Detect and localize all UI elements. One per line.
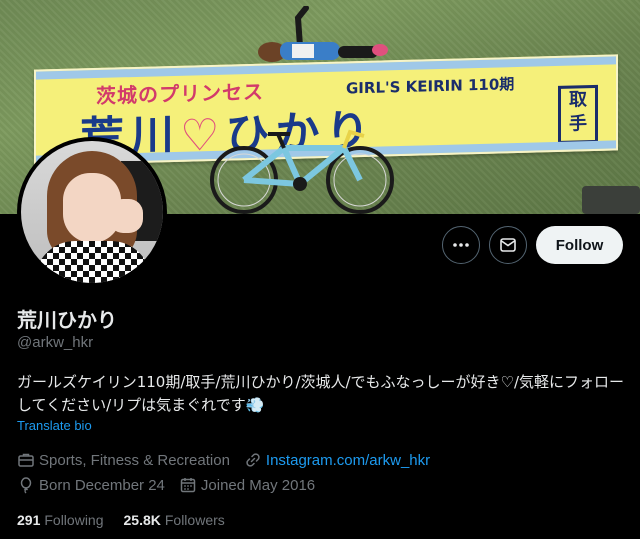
- joined-text: Joined May 2016: [200, 476, 316, 494]
- followers-link[interactable]: 25.8K Followers: [124, 512, 225, 528]
- sign-box-label: 取手: [558, 84, 598, 144]
- website-link[interactable]: Instagram.com/arkw_hkr: [266, 452, 430, 469]
- birthday-text: Born December 24: [39, 476, 165, 494]
- follow-button[interactable]: Follow: [536, 226, 623, 264]
- message-button[interactable]: [489, 226, 527, 264]
- following-link[interactable]: 291 Following: [17, 512, 104, 528]
- envelope-icon: [500, 238, 516, 252]
- following-count: 291: [17, 512, 41, 528]
- follow-stats: 291 Following 25.8K Followers: [17, 512, 245, 528]
- more-horizontal-icon: [453, 243, 469, 247]
- following-label: Following: [44, 512, 104, 528]
- profile-bio: ガールズケイリン110期/取手/荒川ひかり/茨城人/でもふなっしーが好き♡/気軽…: [17, 373, 625, 414]
- profile-meta-row-2: Born December 24 Joined May 2016: [17, 476, 329, 494]
- followers-count: 25.8K: [123, 512, 161, 528]
- website-item[interactable]: Instagram.com/arkw_hkr: [244, 451, 430, 469]
- followers-label: Followers: [164, 512, 225, 528]
- banner-dark-bag: [582, 186, 640, 214]
- avatar-hand: [109, 199, 143, 233]
- briefcase-icon: [18, 453, 34, 467]
- more-button[interactable]: [442, 226, 480, 264]
- category-text: Sports, Fitness & Recreation: [39, 451, 230, 469]
- balloon-icon: [20, 477, 32, 494]
- joined-item: Joined May 2016: [179, 476, 315, 494]
- avatar[interactable]: [17, 137, 167, 287]
- banner-person-figure: [258, 6, 388, 62]
- translate-bio-link[interactable]: Translate bio: [17, 418, 92, 433]
- avatar-photo: [21, 141, 163, 283]
- profile-handle: @arkw_hkr: [17, 334, 94, 351]
- avatar-houndstooth-top: [35, 241, 151, 283]
- banner-bicycle: [210, 129, 394, 214]
- profile-name: 荒川ひかり: [17, 308, 117, 332]
- birthday-item: Born December 24: [17, 476, 165, 494]
- calendar-icon: [180, 478, 196, 493]
- profile-meta-row-1: Sports, Fitness & Recreation Instagram.c…: [17, 451, 444, 469]
- link-icon: [246, 453, 260, 467]
- category-item: Sports, Fitness & Recreation: [17, 451, 230, 469]
